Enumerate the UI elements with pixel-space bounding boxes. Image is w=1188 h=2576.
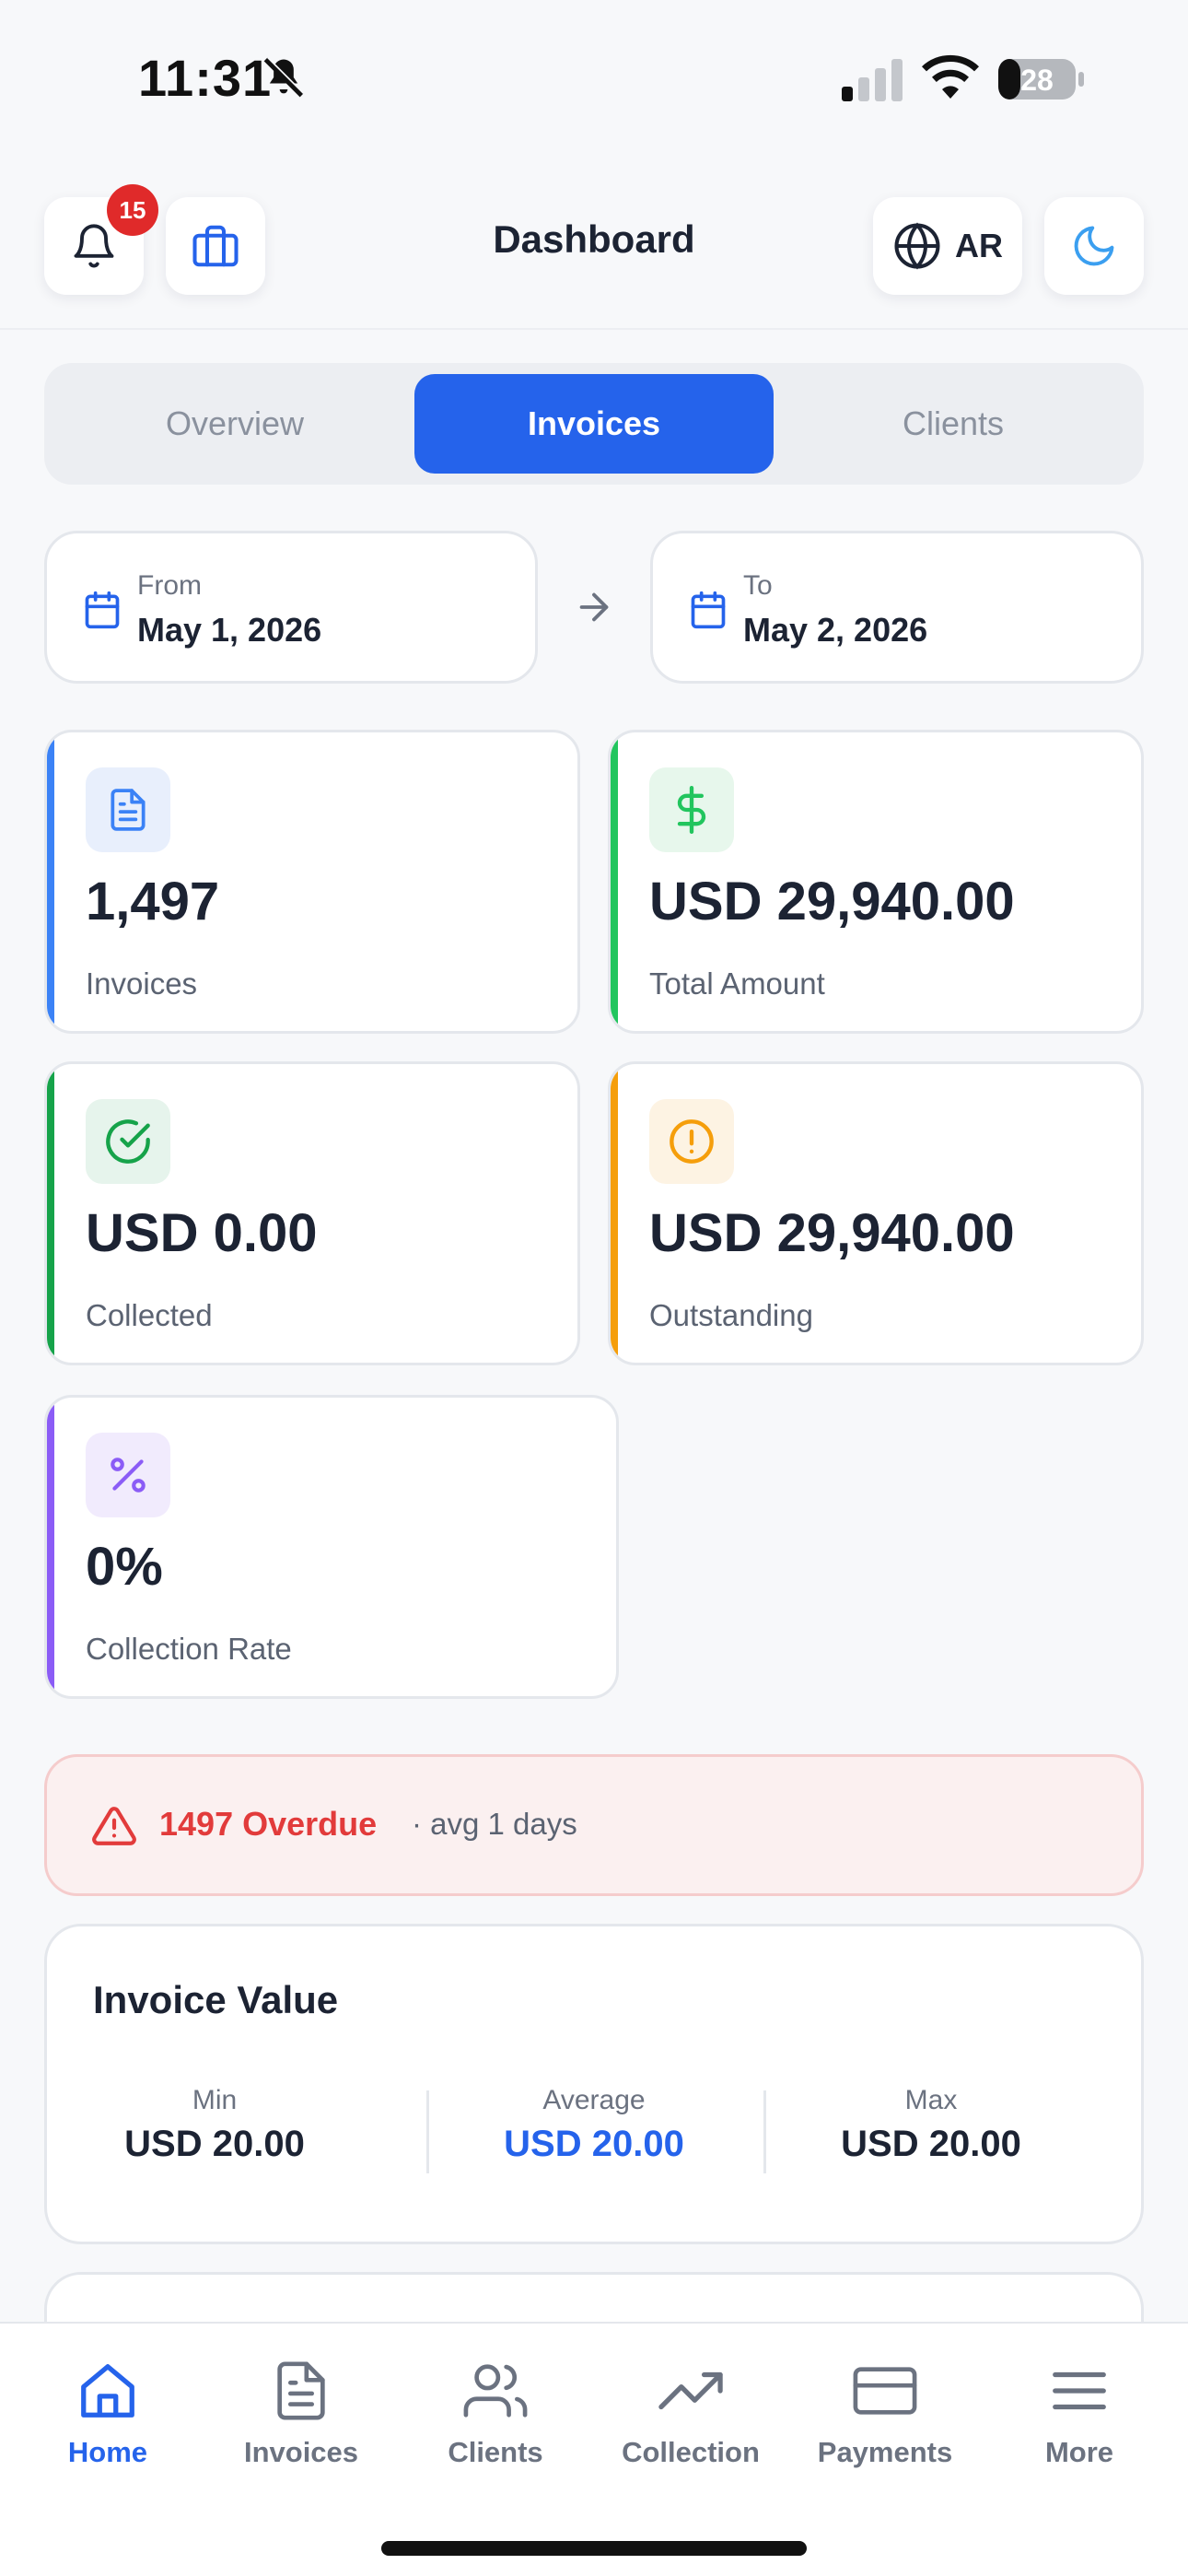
- percent-icon: [86, 1433, 170, 1517]
- tab-clients[interactable]: Clients: [774, 374, 1133, 474]
- card-accent: [47, 732, 54, 1031]
- calendar-icon: [85, 591, 120, 629]
- language-label: AR: [955, 227, 1003, 264]
- moon-icon: [1074, 226, 1114, 266]
- users-icon: [463, 2364, 528, 2418]
- arrow-right-icon: [579, 592, 609, 622]
- max-label: Max: [904, 2085, 958, 2115]
- wifi-icon: [922, 54, 979, 99]
- card-accent: [47, 1064, 54, 1363]
- average-label: Average: [542, 2085, 646, 2115]
- stat-card-collection-rate[interactable]: 0% Collection Rate: [44, 1395, 619, 1699]
- stat-card-collected[interactable]: USD 0.00 Collected: [44, 1061, 580, 1365]
- from-label: From: [137, 570, 202, 601]
- nav-payments[interactable]: Payments: [793, 2359, 977, 2469]
- nav-label: Collection: [622, 2436, 760, 2468]
- from-date-value: May 1, 2026: [137, 611, 322, 649]
- battery-level: 28: [1020, 64, 1054, 97]
- nav-label: Clients: [448, 2436, 543, 2468]
- nav-label: Payments: [817, 2436, 953, 2468]
- from-date-picker[interactable]: From May 1, 2026: [44, 531, 538, 684]
- trending-up-icon: [658, 2371, 723, 2410]
- nav-invoices[interactable]: Invoices: [209, 2359, 393, 2469]
- nav-clients[interactable]: Clients: [403, 2359, 588, 2469]
- stat-label: Outstanding: [649, 1298, 813, 1332]
- stat-card-total-amount[interactable]: USD 29,940.00 Total Amount: [608, 730, 1144, 1034]
- invoice-value-title: Invoice Value: [93, 1978, 339, 2021]
- to-label: To: [743, 570, 773, 601]
- average-value: USD 20.00: [504, 2124, 684, 2164]
- stat-card-outstanding[interactable]: USD 29,940.00 Outstanding: [608, 1061, 1144, 1365]
- overdue-banner[interactable]: 1497 Overdue · avg 1 days: [44, 1754, 1144, 1896]
- tab-invoices[interactable]: Invoices: [414, 374, 774, 474]
- menu-icon: [1053, 2371, 1106, 2410]
- stat-value: 0%: [86, 1537, 163, 1597]
- nav-collection[interactable]: Collection: [599, 2359, 783, 2469]
- bottom-navigation: Home Invoices Clients Collection Payment…: [0, 2322, 1188, 2576]
- dollar-icon: [649, 767, 734, 852]
- battery-icon: 28: [998, 59, 1084, 100]
- dashboard-tabs: Overview Invoices Clients: [44, 363, 1144, 485]
- average-value-column: Average USD 20.00: [426, 2085, 762, 2165]
- min-value-column: Min USD 20.00: [47, 2085, 382, 2165]
- max-value: USD 20.00: [841, 2124, 1021, 2164]
- min-label: Min: [192, 2085, 238, 2115]
- card-accent: [611, 1064, 618, 1363]
- stat-value: 1,497: [86, 872, 220, 931]
- stat-label: Total Amount: [649, 966, 825, 1001]
- theme-toggle-button[interactable]: [1044, 197, 1144, 295]
- language-button[interactable]: AR: [873, 197, 1022, 295]
- home-indicator: [381, 2541, 807, 2556]
- home-icon: [81, 2364, 134, 2418]
- alert-circle-icon: [649, 1099, 734, 1184]
- overdue-count: 1497 Overdue: [159, 1805, 378, 1843]
- status-bar: 11:31 28: [0, 0, 1188, 157]
- stat-label: Collected: [86, 1298, 213, 1332]
- overdue-average: · avg 1 days: [412, 1807, 577, 1841]
- invoice-value-card: Invoice Value Min USD 20.00 Average USD …: [44, 1924, 1144, 2244]
- nav-more[interactable]: More: [987, 2359, 1171, 2469]
- to-date-picker[interactable]: To May 2, 2026: [650, 531, 1144, 684]
- nav-label: Invoices: [243, 2436, 359, 2468]
- credit-card-icon: [853, 2367, 917, 2415]
- globe-icon: [894, 222, 940, 270]
- nav-label: More: [1044, 2436, 1114, 2468]
- stat-label: Collection Rate: [86, 1632, 292, 1666]
- calendar-icon: [691, 591, 726, 629]
- check-circle-icon: [86, 1099, 170, 1184]
- status-time: 11:31: [138, 49, 273, 107]
- to-date-value: May 2, 2026: [743, 611, 928, 649]
- stat-label: Invoices: [86, 966, 198, 1001]
- stat-card-invoices[interactable]: 1,497 Invoices: [44, 730, 580, 1034]
- stat-value: USD 0.00: [86, 1203, 318, 1263]
- nav-home[interactable]: Home: [16, 2359, 200, 2469]
- card-accent: [611, 732, 618, 1031]
- document-icon: [277, 2361, 325, 2420]
- stat-value: USD 29,940.00: [649, 1203, 1015, 1263]
- tab-overview[interactable]: Overview: [55, 374, 414, 474]
- bell-muted-icon: [263, 56, 305, 98]
- nav-label: Home: [67, 2436, 148, 2468]
- cellular-signal-icon: [842, 59, 903, 101]
- card-accent: [47, 1398, 54, 1696]
- stat-value: USD 29,940.00: [649, 872, 1015, 931]
- warning-triangle-icon: [92, 1807, 136, 1845]
- max-value-column: Max USD 20.00: [763, 2085, 1099, 2165]
- document-icon: [86, 767, 170, 852]
- min-value: USD 20.00: [124, 2124, 305, 2164]
